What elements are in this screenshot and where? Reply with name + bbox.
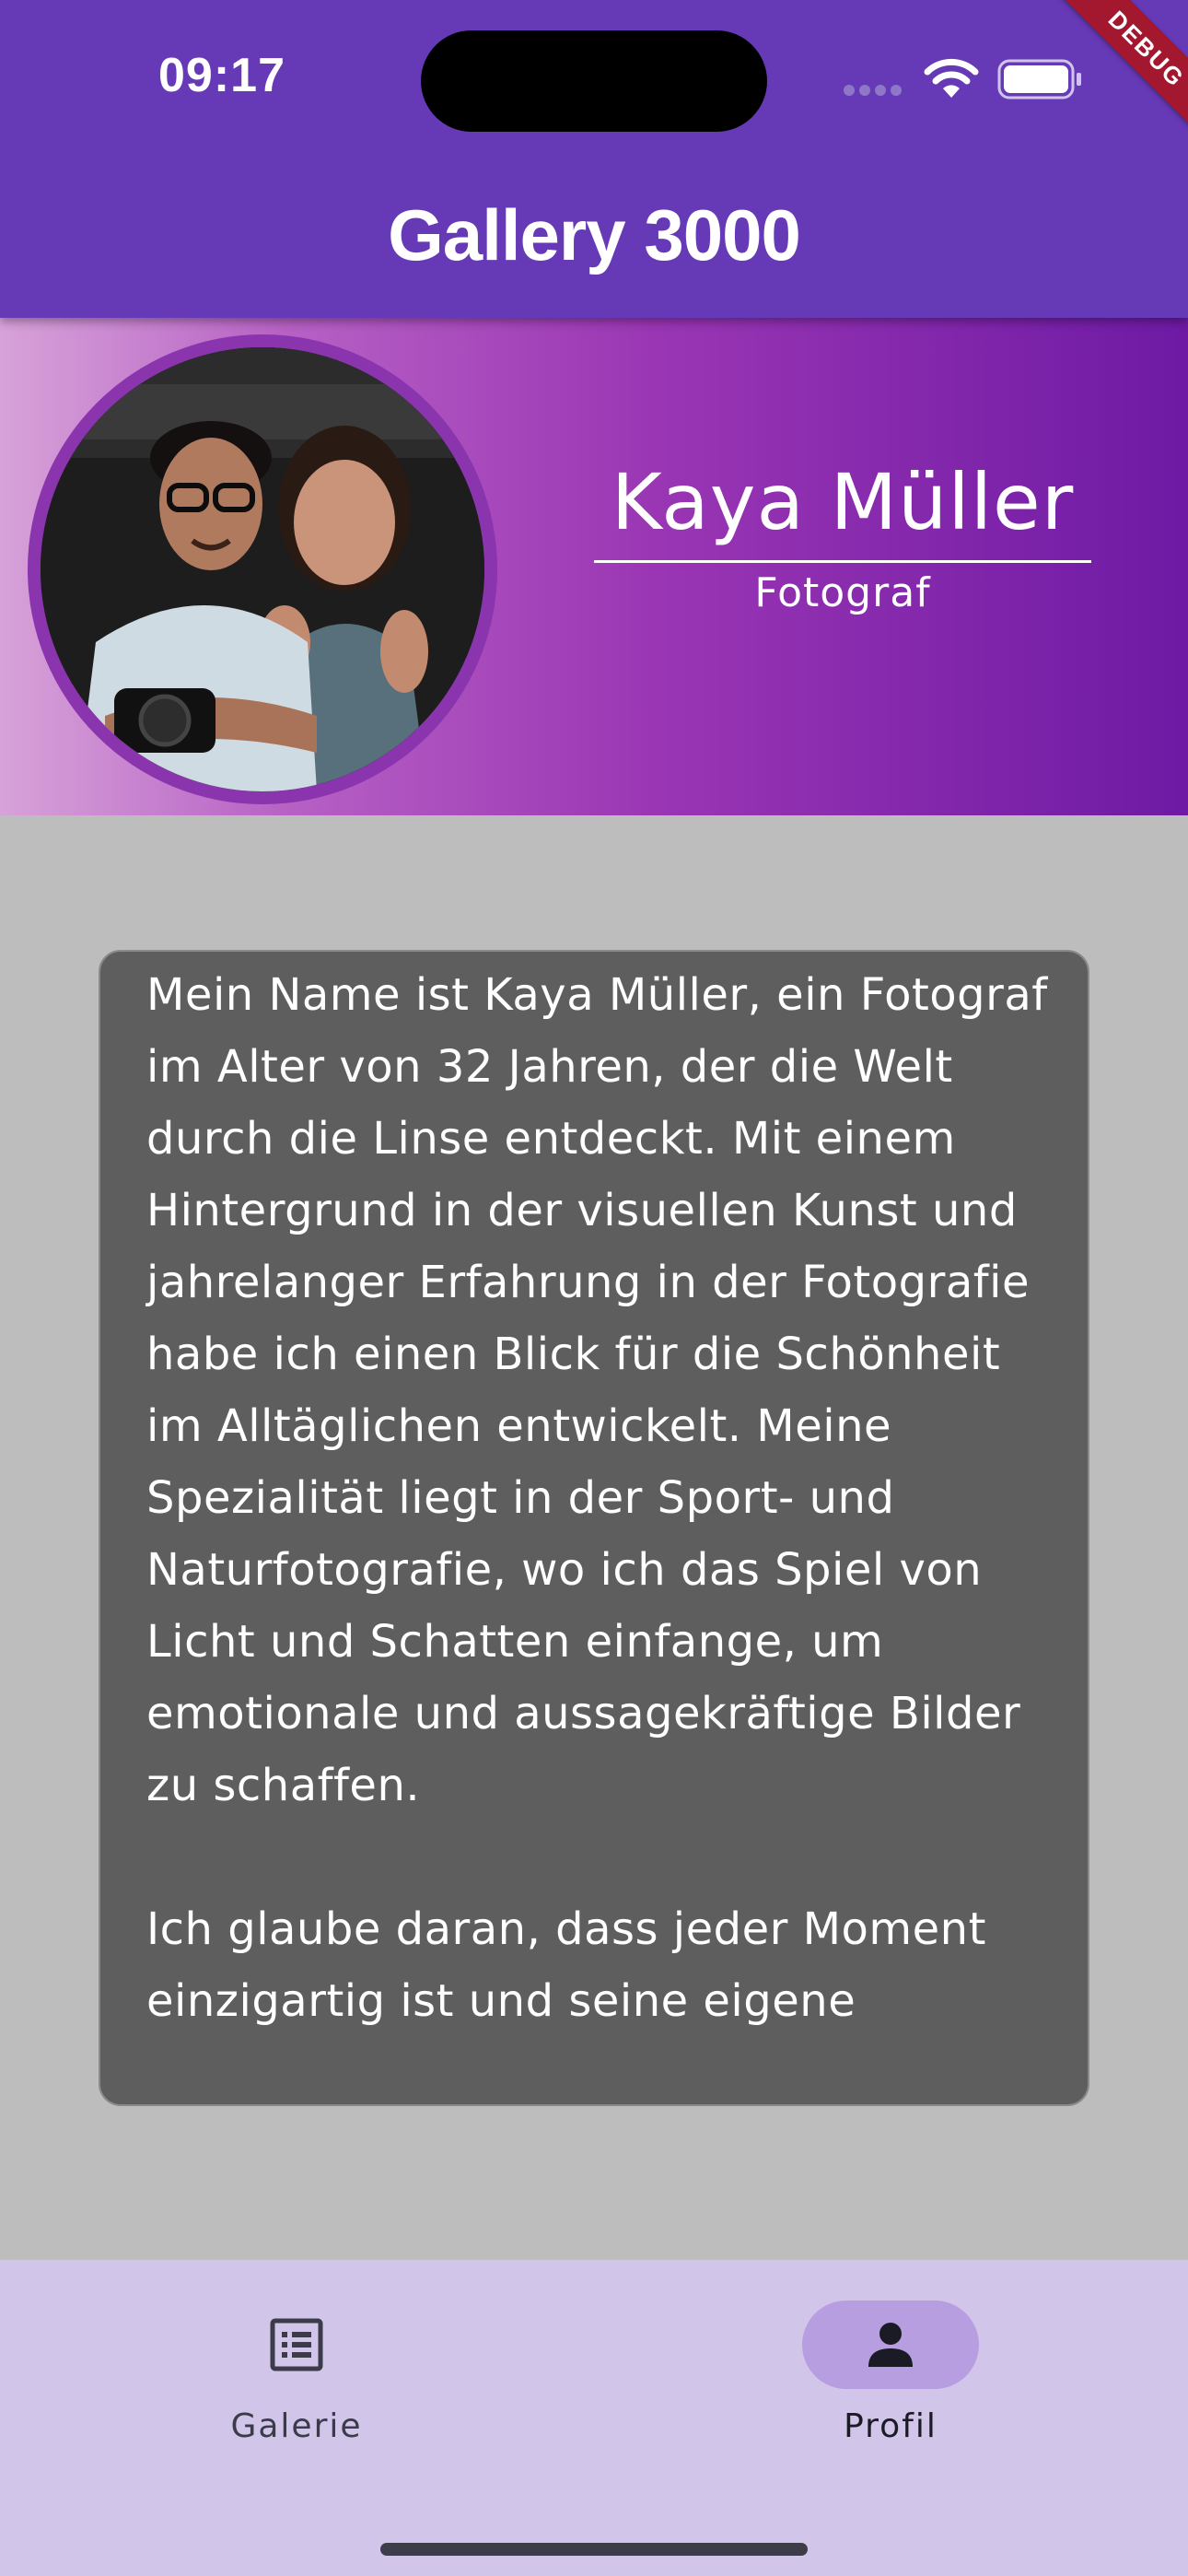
profile-name: Kaya Müller <box>594 451 1091 563</box>
profile-name-block: Kaya Müller Fotograf <box>594 451 1091 624</box>
wifi-icon <box>924 58 979 98</box>
status-time: 09:17 <box>158 49 285 102</box>
bio-card[interactable]: Mein Name ist Kaya Müller, ein Fotograf … <box>99 950 1089 2106</box>
nav-icon-container <box>208 2301 385 2389</box>
bio-text: Mein Name ist Kaya Müller, ein Fotograf … <box>146 969 1048 2027</box>
nav-item-galerie[interactable]: Galerie <box>112 2301 481 2448</box>
app-bar: 09:17 DEBUG Gallery 3000 <box>0 0 1188 318</box>
battery-icon <box>997 59 1081 100</box>
nav-icon-container-active <box>802 2301 979 2389</box>
avatar-photo <box>41 347 484 791</box>
profile-header: Kaya Müller Fotograf <box>0 318 1188 815</box>
nav-item-profil[interactable]: Profil <box>706 2301 1075 2448</box>
person-icon <box>868 2323 913 2367</box>
nav-label-profil: Profil <box>844 2407 938 2445</box>
list-icon <box>270 2318 323 2371</box>
page-title: Gallery 3000 <box>388 194 801 275</box>
nav-label-galerie: Galerie <box>230 2407 363 2445</box>
home-indicator[interactable] <box>380 2543 808 2556</box>
avatar <box>28 334 497 804</box>
dynamic-island <box>421 30 767 132</box>
profile-role: Fotograf <box>754 569 931 616</box>
bottom-navigation: Galerie Profil <box>0 2260 1188 2576</box>
cellular-signal-icon <box>844 85 902 96</box>
